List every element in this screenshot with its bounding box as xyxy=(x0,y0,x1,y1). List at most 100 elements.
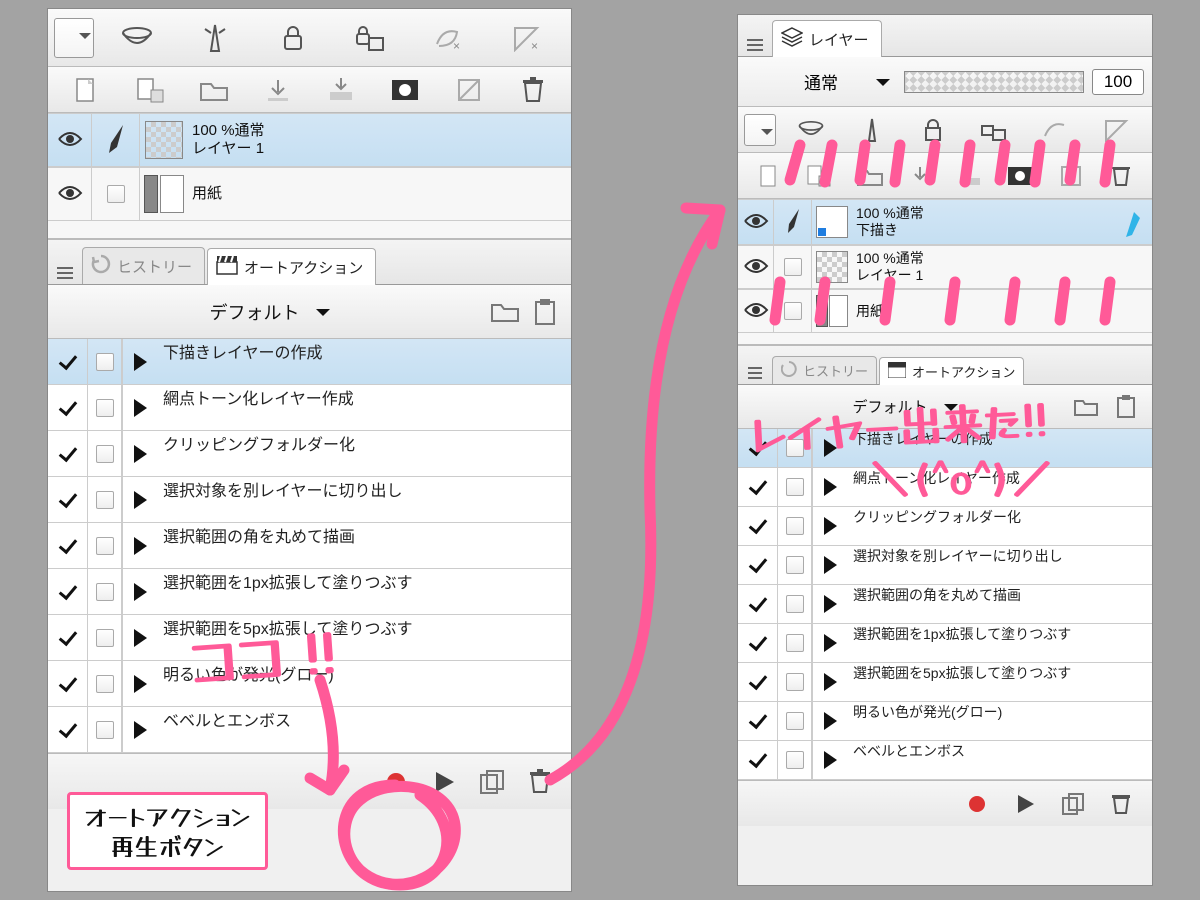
layer-row[interactable]: 100 %通常 レイヤー 1 xyxy=(738,245,1152,289)
action-row[interactable]: クリッピングフォルダー化 xyxy=(738,507,1152,546)
tab-history[interactable]: ヒストリー xyxy=(772,356,877,384)
expand-icon[interactable] xyxy=(813,663,847,701)
opacity-slider[interactable] xyxy=(904,71,1084,93)
expand-icon[interactable] xyxy=(813,741,847,779)
action-dialog-toggle[interactable] xyxy=(778,507,812,545)
halo-icon[interactable] xyxy=(794,113,828,147)
layer-row[interactable]: 100 %通常 下描き xyxy=(738,199,1152,245)
action-row[interactable]: ベベルとエンボス xyxy=(48,707,571,753)
action-enabled-check[interactable] xyxy=(738,468,778,506)
trash-icon[interactable] xyxy=(521,763,559,801)
expand-icon[interactable] xyxy=(813,507,847,545)
eye-icon[interactable] xyxy=(743,211,769,234)
action-dialog-toggle[interactable] xyxy=(778,702,812,740)
action-dialog-toggle[interactable] xyxy=(778,741,812,779)
trash-icon[interactable] xyxy=(1104,159,1138,193)
expand-icon[interactable] xyxy=(123,615,157,660)
tab-autoaction[interactable]: オートアクション xyxy=(207,248,376,285)
new-folder-icon[interactable] xyxy=(853,159,887,193)
action-enabled-check[interactable] xyxy=(48,569,88,614)
action-dialog-toggle[interactable] xyxy=(88,661,122,706)
panel-menu-icon[interactable] xyxy=(54,262,76,284)
expand-icon[interactable] xyxy=(123,569,157,614)
action-row[interactable]: 選択対象を別レイヤーに切り出し xyxy=(738,546,1152,585)
clipboard-icon[interactable] xyxy=(1108,389,1144,425)
expand-icon[interactable] xyxy=(813,702,847,740)
opacity-value[interactable]: 100 xyxy=(1092,69,1144,95)
play-button[interactable] xyxy=(425,763,463,801)
action-dialog-toggle[interactable] xyxy=(88,477,122,522)
action-row[interactable]: クリッピングフォルダー化 xyxy=(48,431,571,477)
tab-autoaction[interactable]: オートアクション xyxy=(879,357,1024,385)
action-dialog-toggle[interactable] xyxy=(88,431,122,476)
action-enabled-check[interactable] xyxy=(48,339,88,384)
layer-color-swatch[interactable] xyxy=(744,114,776,146)
eye-icon[interactable] xyxy=(57,129,83,152)
action-dialog-toggle[interactable] xyxy=(778,585,812,623)
action-enabled-check[interactable] xyxy=(738,663,778,701)
action-enabled-check[interactable] xyxy=(48,523,88,568)
lock-layer-icon[interactable] xyxy=(350,18,390,58)
expand-icon[interactable] xyxy=(813,585,847,623)
play-button[interactable] xyxy=(1006,785,1044,823)
action-row[interactable]: 選択対象を別レイヤーに切り出し xyxy=(48,477,571,523)
action-enabled-check[interactable] xyxy=(48,661,88,706)
action-enabled-check[interactable] xyxy=(738,624,778,662)
action-row[interactable]: 選択範囲を5px拡張して塗りつぶす xyxy=(738,663,1152,702)
folder-icon[interactable] xyxy=(487,294,523,330)
ruler-x-icon[interactable]: × xyxy=(506,18,546,58)
folder-icon[interactable] xyxy=(1068,389,1104,425)
action-dialog-toggle[interactable] xyxy=(778,546,812,584)
merge-down-icon[interactable] xyxy=(321,70,361,110)
new-layer-plus-icon[interactable] xyxy=(130,70,170,110)
new-layer-icon[interactable] xyxy=(752,159,786,193)
lock-layer-icon[interactable] xyxy=(977,113,1011,147)
action-enabled-check[interactable] xyxy=(48,431,88,476)
record-button[interactable] xyxy=(377,763,415,801)
action-enabled-check[interactable] xyxy=(48,385,88,430)
layer-row[interactable]: 100 %通常 レイヤー 1 xyxy=(48,113,571,167)
transfer-down-icon[interactable] xyxy=(258,70,298,110)
apply-mask-icon[interactable] xyxy=(1054,159,1088,193)
merge-down-icon[interactable] xyxy=(953,159,987,193)
expand-icon[interactable] xyxy=(813,546,847,584)
ruler-x-icon[interactable] xyxy=(1099,113,1133,147)
duplicate-icon[interactable] xyxy=(473,763,511,801)
action-enabled-check[interactable] xyxy=(48,615,88,660)
halo-icon[interactable] xyxy=(117,18,157,58)
trash-icon[interactable] xyxy=(513,70,553,110)
layer-color-swatch[interactable] xyxy=(54,18,94,58)
action-dialog-toggle[interactable] xyxy=(88,385,122,430)
leaf-x-icon[interactable]: × xyxy=(428,18,468,58)
panel-menu-icon[interactable] xyxy=(744,34,766,56)
action-row[interactable]: 選択範囲を1px拡張して塗りつぶす xyxy=(48,569,571,615)
expand-icon[interactable] xyxy=(813,468,847,506)
action-row[interactable]: 明るい色が発光(グロー) xyxy=(738,702,1152,741)
duplicate-icon[interactable] xyxy=(1054,785,1092,823)
transfer-down-icon[interactable] xyxy=(903,159,937,193)
action-row[interactable]: ベベルとエンボス xyxy=(738,741,1152,780)
panel-menu-icon[interactable] xyxy=(744,362,766,384)
new-layer-plus-icon[interactable] xyxy=(802,159,836,193)
action-row[interactable]: 選択範囲の角を丸めて描画 xyxy=(48,523,571,569)
action-enabled-check[interactable] xyxy=(738,546,778,584)
action-dialog-toggle[interactable] xyxy=(88,523,122,568)
action-enabled-check[interactable] xyxy=(738,741,778,779)
leaf-x-icon[interactable] xyxy=(1038,113,1072,147)
mask-icon[interactable] xyxy=(1003,159,1037,193)
expand-icon[interactable] xyxy=(123,385,157,430)
eye-icon[interactable] xyxy=(57,183,83,206)
action-enabled-check[interactable] xyxy=(48,477,88,522)
tab-layers[interactable]: レイヤー xyxy=(772,20,882,57)
blend-mode-dropdown[interactable]: 通常 xyxy=(746,69,896,94)
action-dialog-toggle[interactable] xyxy=(778,624,812,662)
action-row[interactable]: 下描きレイヤーの作成 xyxy=(48,339,571,385)
eye-icon[interactable] xyxy=(743,256,769,279)
clipboard-icon[interactable] xyxy=(527,294,563,330)
tab-history[interactable]: ヒストリー xyxy=(82,247,205,284)
eye-icon[interactable] xyxy=(743,300,769,323)
action-dialog-toggle[interactable] xyxy=(88,615,122,660)
expand-icon[interactable] xyxy=(123,477,157,522)
new-layer-icon[interactable] xyxy=(66,70,106,110)
action-dialog-toggle[interactable] xyxy=(88,707,122,752)
